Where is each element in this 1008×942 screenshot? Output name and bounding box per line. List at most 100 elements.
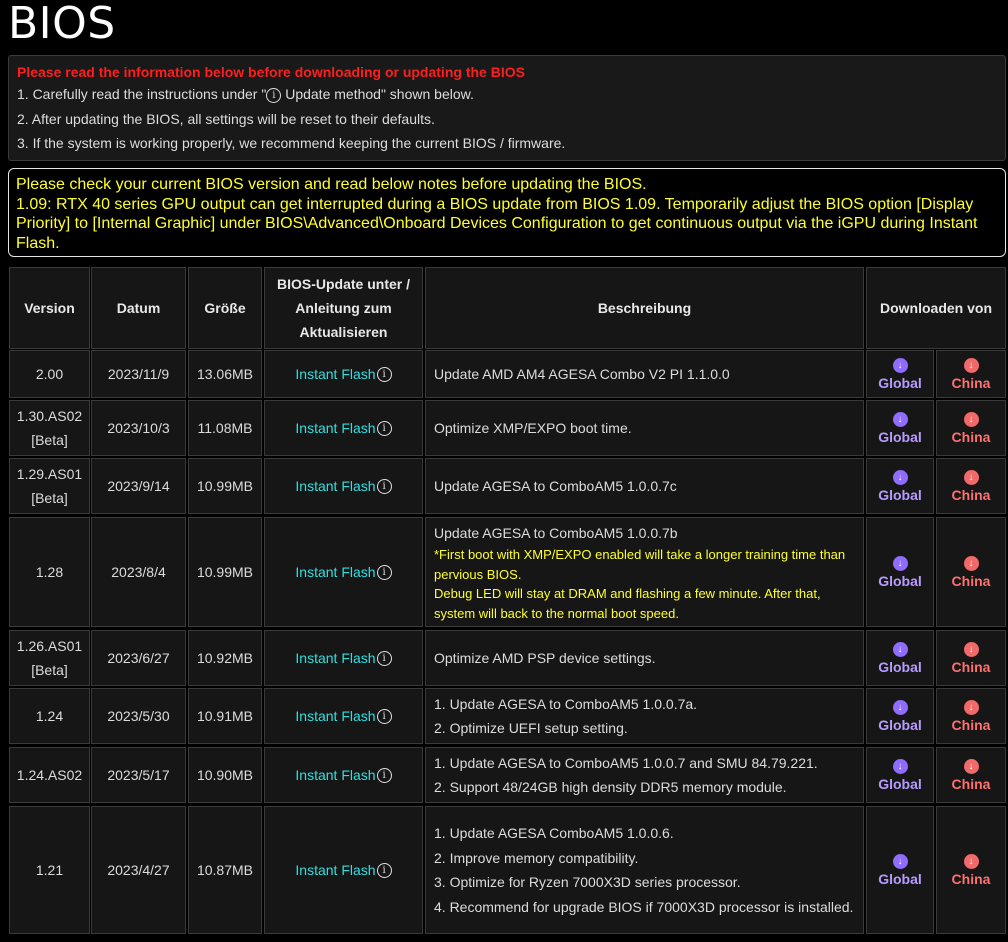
- description-cell: 1. Update AGESA to ComboAM5 1.0.0.7a. 2. …: [425, 688, 864, 744]
- description-cell: Optimize XMP/EXPO boot time.: [425, 400, 864, 456]
- instant-flash-link[interactable]: Instant Flash i: [264, 350, 423, 398]
- download-arrow-icon: ↓: [892, 853, 908, 869]
- table-row: 1.24.AS02 2023/5/17 10.90MB Instant Flash i 1…: [8, 747, 1006, 803]
- info-icon[interactable]: i: [376, 366, 392, 382]
- header-size: Größe: [188, 267, 262, 349]
- download-global-button[interactable]: ↓ Global: [866, 517, 934, 627]
- download-arrow-icon: ↓: [892, 555, 908, 571]
- table-row: 1.24 2023/5/30 10.91MB Instant Flash i 1. Upd…: [8, 688, 1006, 744]
- download-arrow-icon: ↓: [963, 641, 979, 657]
- description-cell: Optimize AMD PSP device settings.: [425, 630, 864, 686]
- table-row: 1.28 2023/8/4 10.99MB Instant Flash i Update …: [8, 517, 1006, 627]
- page-title: BIOS: [8, 0, 116, 49]
- description-line: 2. Improve memory compatibility.: [434, 849, 639, 866]
- download-global-button[interactable]: ↓ Global: [866, 688, 934, 744]
- date-cell: 2023/8/4: [91, 517, 186, 627]
- version-cell: 1.24.AS02: [9, 747, 90, 803]
- version-cell: 1.24: [9, 688, 90, 744]
- download-arrow-icon: ↓: [892, 699, 908, 715]
- description-cell: Update AGESA to ComboAM5 1.0.0.7c: [425, 458, 864, 514]
- instant-flash-link[interactable]: Instant Flash i: [264, 400, 423, 456]
- download-arrow-icon: ↓: [963, 699, 979, 715]
- warning-heading: Please read the information below before…: [17, 64, 525, 80]
- instant-flash-link[interactable]: Instant Flash i: [264, 630, 423, 686]
- download-china-button[interactable]: ↓ China: [936, 458, 1006, 514]
- version-number: 1.28: [35, 564, 64, 580]
- date-cell: 2023/6/27: [91, 630, 186, 686]
- description-line: Update AGESA to ComboAM5 1.0.0.7b: [434, 524, 678, 541]
- header-update-method: BIOS-Update unter / Anleitung zum Aktual…: [264, 267, 423, 349]
- download-china-button[interactable]: ↓ China: [936, 688, 1006, 744]
- description-note: Debug LED will stay at DRAM and flashing…: [434, 586, 821, 621]
- header-description: Beschreibung: [425, 267, 864, 349]
- version-number: 1.29.AS01: [16, 466, 83, 482]
- version-cell: 2.00: [9, 350, 90, 398]
- download-arrow-icon: ↓: [892, 641, 908, 657]
- version-cell: 1.29.AS01 [Beta]: [9, 458, 90, 514]
- info-icon[interactable]: i: [376, 767, 392, 783]
- instant-flash-link[interactable]: Instant Flash i: [264, 806, 423, 934]
- beta-tag: [Beta]: [31, 432, 68, 448]
- instant-flash-link[interactable]: Instant Flash i: [264, 747, 423, 803]
- version-cell: 1.26.AS01 [Beta]: [9, 630, 90, 686]
- bios-version-note: Please check your current BIOS version a…: [8, 168, 1006, 257]
- instant-flash-link[interactable]: Instant Flash i: [264, 458, 423, 514]
- size-cell: 10.91MB: [188, 688, 262, 744]
- date-cell: 2023/5/30: [91, 688, 186, 744]
- description-cell: 1. Update AGESA to ComboAM5 1.0.0.7 and …: [425, 747, 864, 803]
- download-china-button[interactable]: ↓ China: [936, 806, 1006, 934]
- instant-flash-link[interactable]: Instant Flash i: [264, 688, 423, 744]
- table-row: 1.21 2023/4/27 10.87MB Instant Flash i 1. Upd…: [8, 806, 1006, 934]
- description-line: Optimize AMD PSP device settings.: [434, 649, 656, 666]
- version-note-line-1: Please check your current BIOS version a…: [16, 176, 647, 193]
- info-icon[interactable]: i: [376, 650, 392, 666]
- description-cell: Update AMD AM4 AGESA Combo V2 PI 1.1.0.0: [425, 350, 864, 398]
- download-china-button[interactable]: ↓ China: [936, 630, 1006, 686]
- download-global-button[interactable]: ↓ Global: [866, 806, 934, 934]
- download-china-button[interactable]: ↓ China: [936, 400, 1006, 456]
- bios-warning-panel: Please read the information below before…: [8, 55, 1006, 161]
- description-line: 1. Update AGESA to ComboAM5 1.0.0.7a.: [434, 695, 698, 712]
- instant-flash-link[interactable]: Instant Flash i: [264, 517, 423, 627]
- version-cell: 1.30.AS02 [Beta]: [9, 400, 90, 456]
- header-date: Datum: [91, 267, 186, 349]
- download-global-button[interactable]: ↓ Global: [866, 630, 934, 686]
- size-cell: 10.92MB: [188, 630, 262, 686]
- description-note: *First boot with XMP/EXPO enabled will t…: [434, 547, 846, 582]
- description-line: 1. Update AGESA to ComboAM5 1.0.0.7 and …: [434, 754, 818, 771]
- description-cell: 1. Update AGESA ComboAM5 1.0.0.6. 2. Impr…: [425, 806, 864, 934]
- info-icon[interactable]: i: [376, 420, 392, 436]
- download-arrow-icon: ↓: [892, 411, 908, 427]
- download-china-button[interactable]: ↓ China: [936, 350, 1006, 398]
- download-arrow-icon: ↓: [892, 469, 908, 485]
- download-china-button[interactable]: ↓ China: [936, 747, 1006, 803]
- info-icon[interactable]: i: [376, 564, 392, 580]
- info-icon[interactable]: i: [266, 88, 282, 103]
- download-global-button[interactable]: ↓ Global: [866, 400, 934, 456]
- table-row: 1.30.AS02 [Beta] 2023/10/3 11.08MB Instant F…: [8, 400, 1006, 456]
- description-line: 4. Recommend for upgrade BIOS if 7000X3D…: [434, 898, 854, 915]
- version-number: 1.26.AS01: [16, 638, 83, 654]
- version-number: 2.00: [35, 366, 64, 382]
- download-global-button[interactable]: ↓ Global: [866, 350, 934, 398]
- table-header-row: Version Datum Größe BIOS-Update unter / …: [8, 267, 1006, 349]
- table-row: 2.00 2023/11/9 13.06MB Instant Flash i Update…: [8, 350, 1006, 398]
- download-arrow-icon: ↓: [963, 469, 979, 485]
- download-global-button[interactable]: ↓ Global: [866, 747, 934, 803]
- download-china-button[interactable]: ↓ China: [936, 517, 1006, 627]
- notice-line-1: 1. Carefully read the instructions under…: [17, 86, 474, 103]
- description-line: 3. Optimize for Ryzen 7000X3D series pro…: [434, 874, 741, 890]
- info-icon[interactable]: i: [376, 478, 392, 494]
- size-cell: 11.08MB: [188, 400, 262, 456]
- size-cell: 10.87MB: [188, 806, 262, 934]
- info-icon[interactable]: i: [376, 862, 392, 878]
- info-icon[interactable]: i: [376, 708, 392, 724]
- notice-line-2: 2. After updating the BIOS, all settings…: [17, 110, 435, 127]
- download-arrow-icon: ↓: [963, 853, 979, 869]
- date-cell: 2023/4/27: [91, 806, 186, 934]
- download-arrow-icon: ↓: [963, 555, 979, 571]
- download-global-button[interactable]: ↓ Global: [866, 458, 934, 514]
- header-download: Downloaden von: [866, 267, 1006, 349]
- description-line: Update AMD AM4 AGESA Combo V2 PI 1.1.0.0: [434, 365, 730, 382]
- version-number: 1.21: [35, 862, 64, 878]
